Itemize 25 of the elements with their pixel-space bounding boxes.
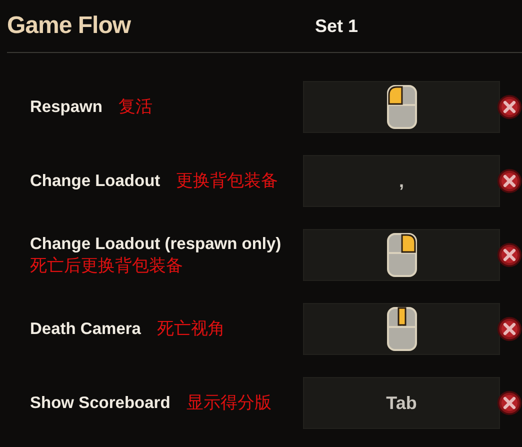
action-label: Show Scoreboard	[30, 393, 170, 414]
clear-icon[interactable]	[497, 93, 522, 121]
annotation: 死亡后更换背包装备	[30, 255, 183, 277]
binding-slot[interactable]	[303, 229, 500, 281]
section-title: Game Flow	[7, 12, 132, 40]
binding-slot[interactable]: ,	[303, 155, 500, 207]
clear-icon[interactable]	[497, 167, 522, 195]
binding-slot[interactable]	[303, 303, 500, 355]
action-label: Change Loadout (respawn only)	[30, 234, 282, 255]
annotation: 复活	[118, 96, 152, 118]
action-label: Respawn	[30, 97, 102, 118]
clear-icon[interactable]	[497, 315, 522, 343]
clear-icon[interactable]	[497, 389, 522, 417]
action-label: Death Camera	[30, 319, 141, 340]
annotation: 更换背包装备	[176, 170, 278, 192]
annotation: 显示得分版	[186, 392, 272, 414]
mouse-icon	[384, 305, 418, 353]
binding-slot[interactable]	[303, 81, 500, 133]
clear-icon[interactable]	[497, 241, 522, 269]
mouse-icon	[384, 231, 418, 279]
annotation: 死亡视角	[156, 318, 225, 340]
binding-slot[interactable]: Tab	[303, 377, 500, 429]
mouse-icon	[384, 83, 418, 131]
column-heading: Set 1	[315, 16, 358, 36]
action-label: Change Loadout	[30, 171, 160, 192]
